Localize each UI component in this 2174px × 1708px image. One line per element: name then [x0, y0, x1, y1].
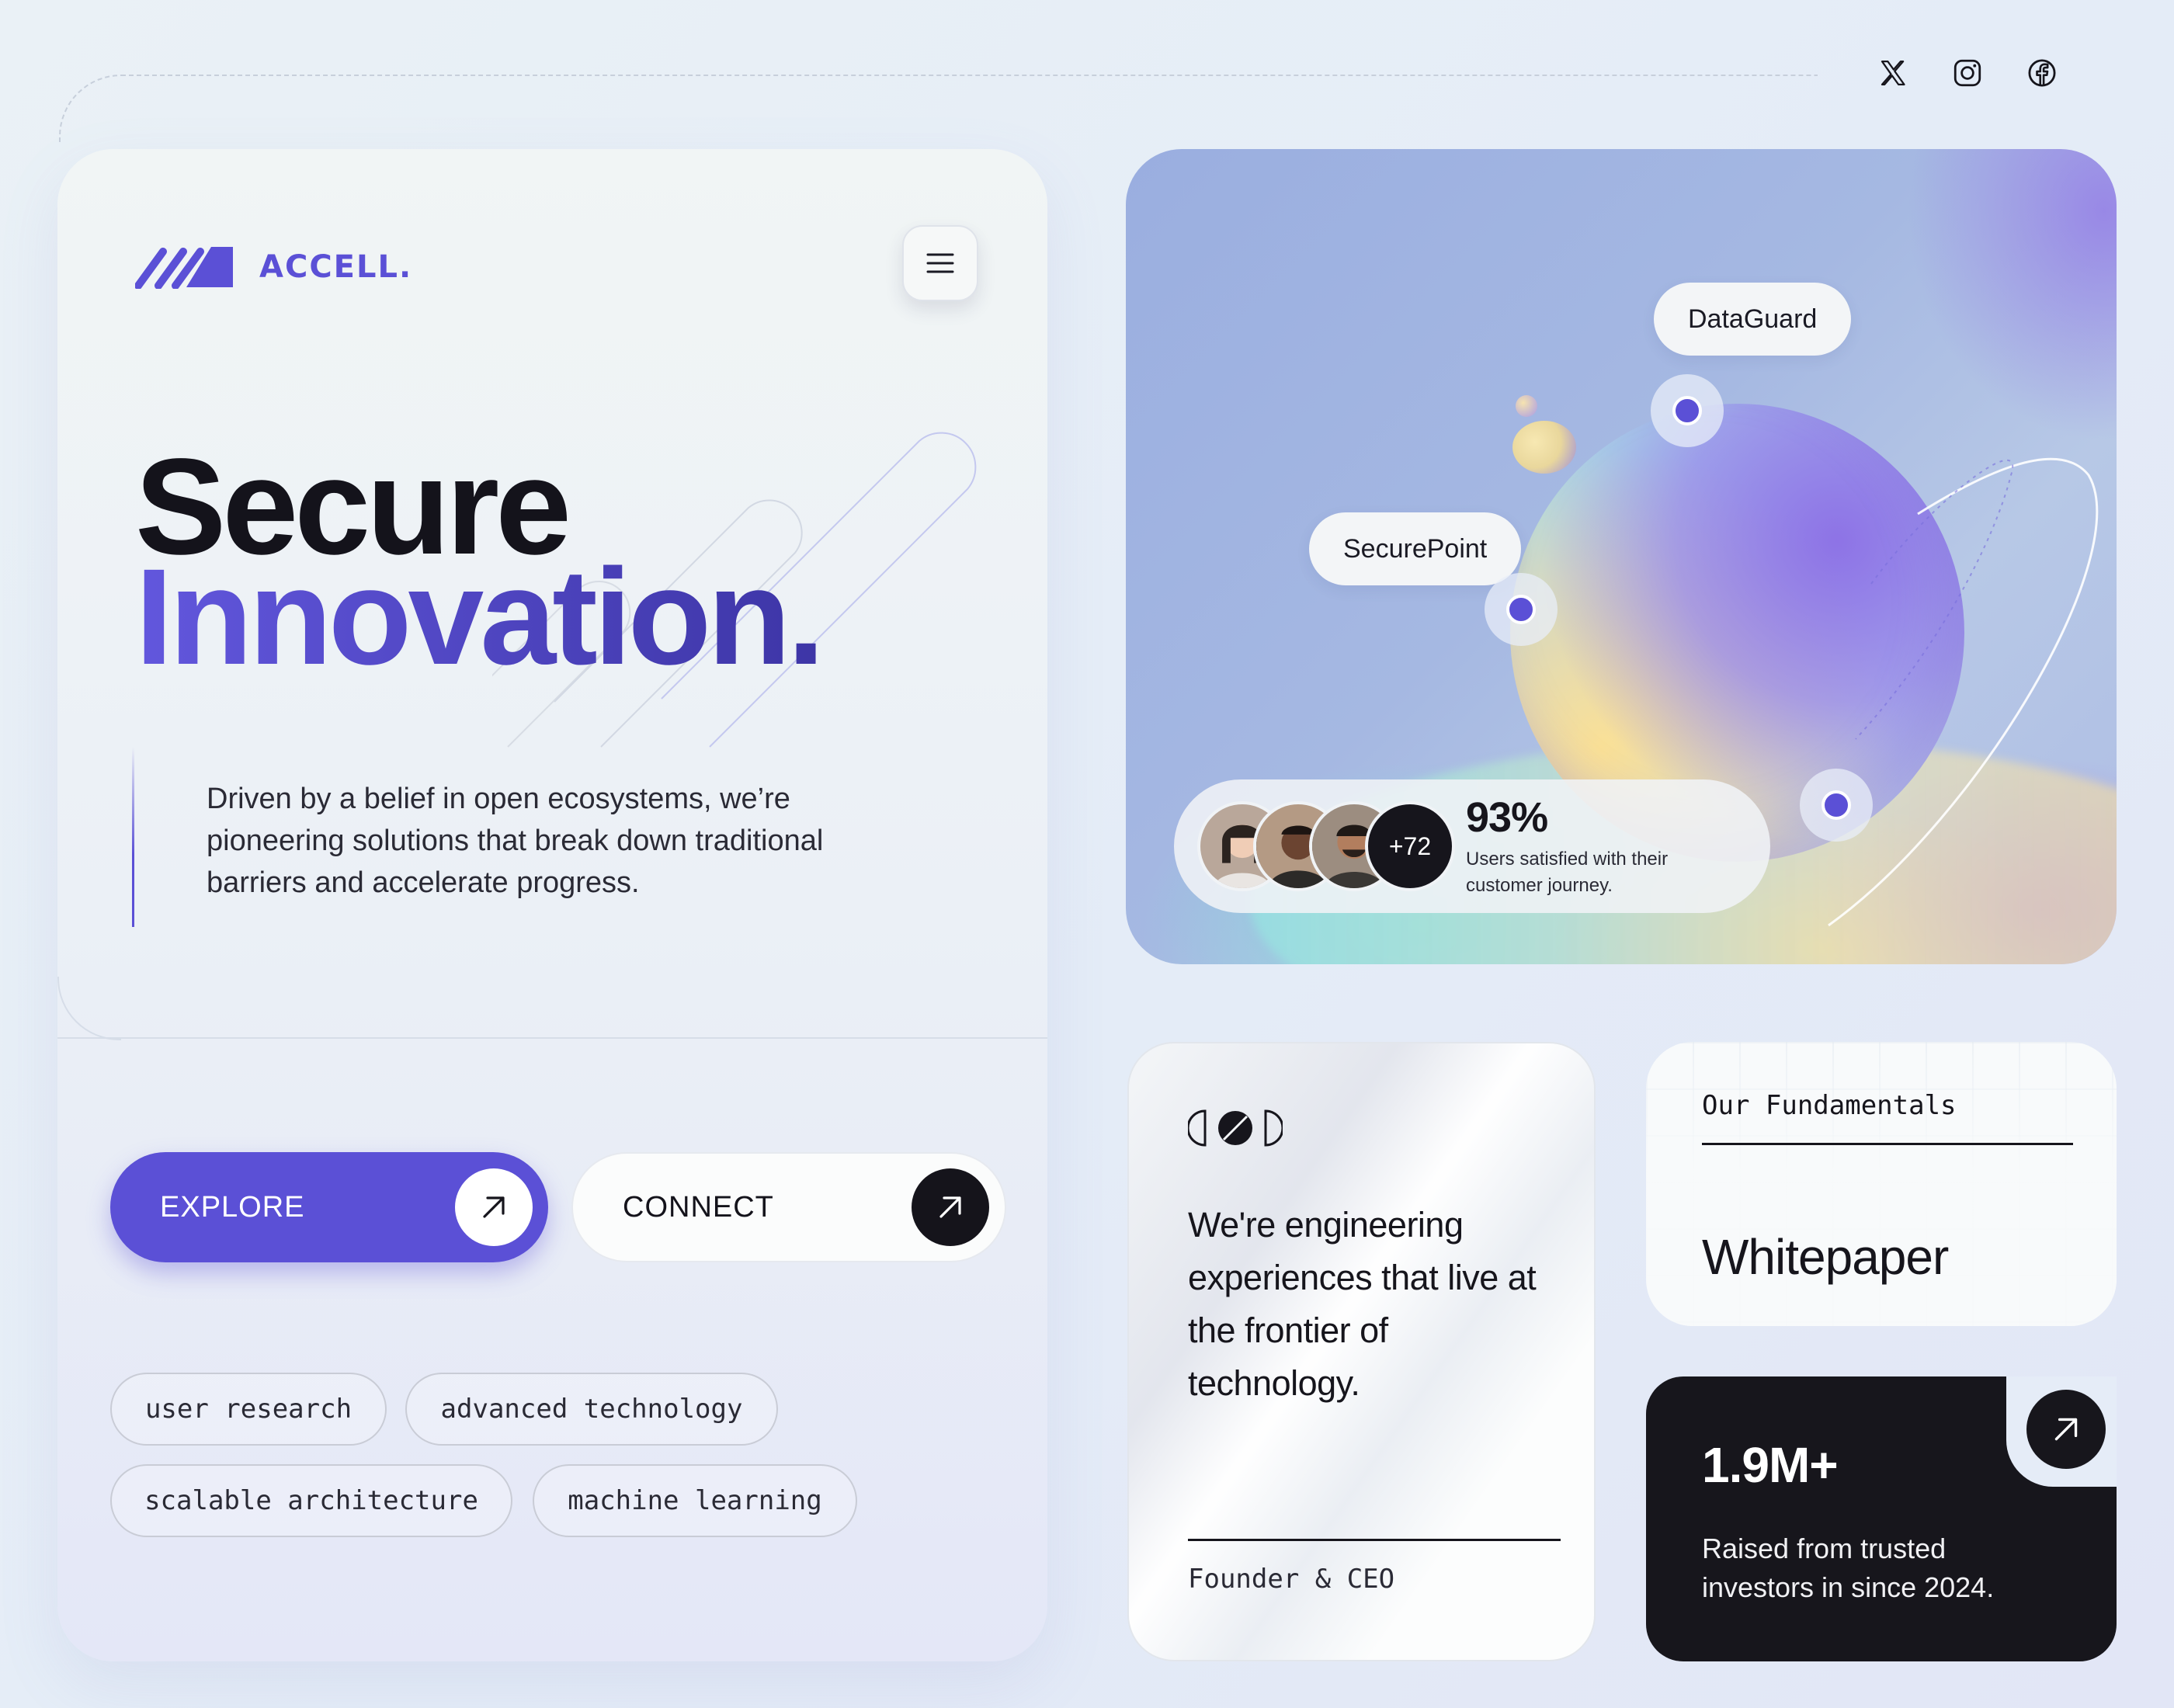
social-links — [1876, 56, 2059, 90]
menu-button[interactable] — [902, 225, 978, 301]
avatar-overflow-count: +72 — [1365, 801, 1455, 891]
tag-advanced-technology[interactable]: advanced technology — [405, 1373, 778, 1446]
satisfaction-text: 93% Users satisfied with their customer … — [1466, 793, 1699, 899]
quote-card: We're engineering experiences that live … — [1127, 1042, 1596, 1661]
arrow-up-right-icon — [912, 1168, 989, 1246]
x-icon[interactable] — [1876, 56, 1910, 90]
accent-bar — [132, 747, 134, 927]
whitepaper-card[interactable]: Our Fundamentals Whitepaper — [1646, 1042, 2117, 1326]
tag-scalable-architecture[interactable]: scalable architecture — [110, 1464, 512, 1537]
satisfaction-value: 93% — [1466, 794, 1548, 841]
moon — [1512, 421, 1576, 474]
whitepaper-kicker: Our Fundamentals — [1702, 1090, 1957, 1121]
funding-value: 1.9M+ — [1702, 1437, 1839, 1493]
funding-description: Raised from trusted investors in since 2… — [1702, 1533, 1995, 1603]
headline-line-2: Innovation. — [135, 541, 825, 693]
hero-card: ACCELL. Secure Innovation. Driven by a b… — [57, 149, 1047, 1661]
connect-label: CONNECT — [623, 1190, 774, 1224]
brand-name: ACCELL. — [259, 248, 413, 285]
label-securepoint: SecurePoint — [1309, 512, 1522, 585]
circle-slash-logo-icon — [1186, 1107, 1284, 1153]
pin-securepoint[interactable] — [1485, 573, 1558, 646]
brand-logo[interactable]: ACCELL. — [134, 241, 413, 293]
pin-dataguard[interactable] — [1651, 374, 1724, 447]
explore-button[interactable]: EXPLORE — [110, 1152, 548, 1262]
tag-machine-learning[interactable]: machine learning — [533, 1464, 857, 1537]
facebook-icon[interactable] — [2025, 56, 2059, 90]
card-divider — [57, 977, 1047, 1040]
funding-link-button[interactable] — [2026, 1390, 2106, 1469]
hero-visual-card: DataGuard SecurePoint +72 93% Users sati… — [1126, 149, 2117, 964]
whitepaper-divider — [1702, 1143, 2073, 1145]
quote-divider — [1188, 1539, 1561, 1541]
quote-author-role: Founder & CEO — [1188, 1564, 1395, 1595]
page-title: Secure Innovation. — [135, 439, 825, 693]
whitepaper-title: Whitepaper — [1702, 1229, 1949, 1285]
top-frame-line — [59, 75, 1818, 144]
instagram-icon[interactable] — [1950, 56, 1985, 90]
quote-text: We're engineering experiences that live … — [1188, 1205, 1537, 1403]
connect-button[interactable]: CONNECT — [571, 1152, 1006, 1262]
arrow-up-right-icon — [2054, 1418, 2078, 1441]
small-moon — [1516, 395, 1537, 417]
pin-orbit[interactable] — [1800, 769, 1873, 842]
arrow-up-right-icon — [455, 1168, 533, 1246]
label-dataguard: DataGuard — [1654, 283, 1852, 356]
hamburger-icon — [926, 253, 954, 273]
brand-mark-icon — [134, 241, 236, 293]
satisfaction-description: Users satisfied with their customer jour… — [1466, 849, 1669, 896]
tag-user-research[interactable]: user research — [110, 1373, 387, 1446]
explore-label: EXPLORE — [160, 1190, 305, 1224]
avatar-group: +72 — [1197, 801, 1461, 891]
hero-description: Driven by a belief in open ecosystems, w… — [207, 783, 824, 899]
satisfaction-panel: +72 93% Users satisfied with their custo… — [1174, 779, 1770, 913]
